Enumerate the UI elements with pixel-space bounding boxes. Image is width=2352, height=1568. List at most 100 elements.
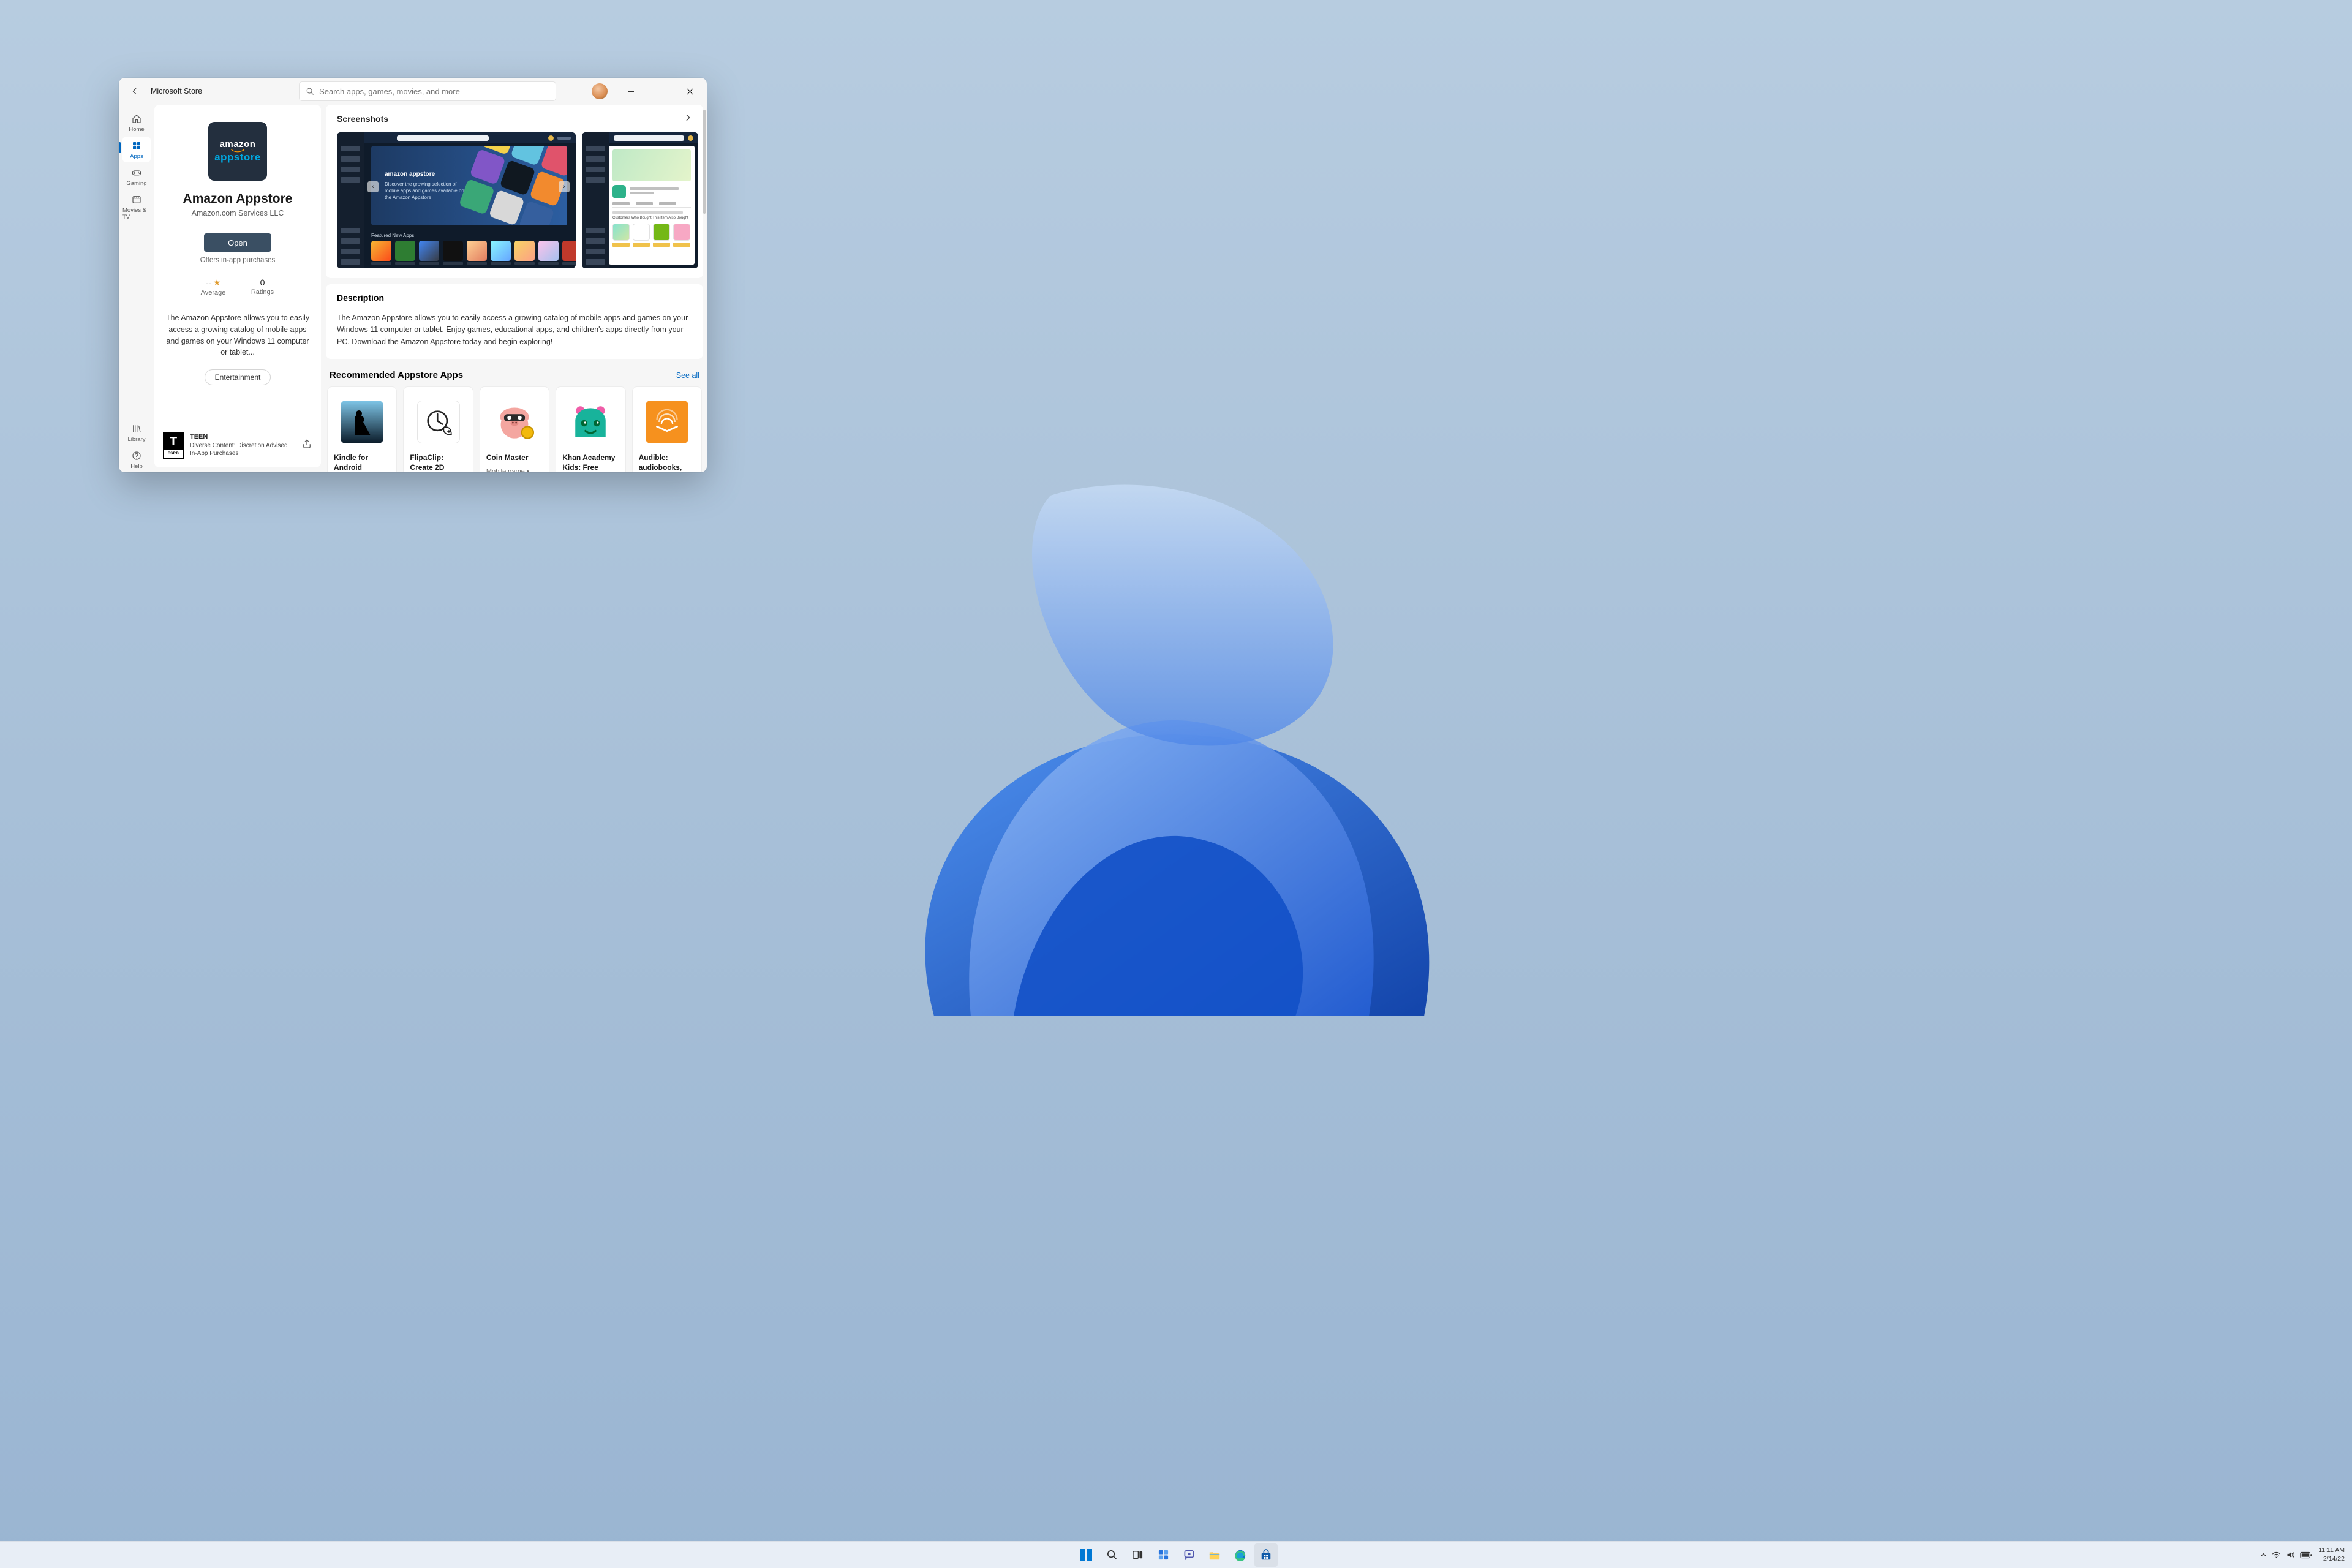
- taskbar-time: 11:11 AM: [2318, 1547, 2345, 1555]
- ratings-count: 0: [260, 277, 265, 287]
- rec-item-name: Audible: audiobooks, podcasts & audio...: [639, 453, 695, 472]
- rating-label: Average: [201, 289, 226, 296]
- star-icon: ★: [213, 277, 221, 288]
- nav-gaming[interactable]: Gaming: [123, 164, 151, 189]
- app-hero-panel: amazon appstore Amazon Appstore Amazon.c…: [154, 105, 321, 467]
- taskbar-store[interactable]: [1254, 1544, 1278, 1567]
- category-pill[interactable]: Entertainment: [205, 369, 271, 385]
- user-avatar[interactable]: [592, 83, 608, 99]
- details-scroll[interactable]: Screenshots amazon appstore: [326, 105, 707, 472]
- taskbar-chat[interactable]: [1177, 1544, 1200, 1567]
- home-icon: [131, 113, 142, 124]
- widgets[interactable]: [1152, 1544, 1175, 1567]
- flipaclip-icon: +: [417, 401, 460, 443]
- back-button[interactable]: [126, 83, 143, 100]
- library-icon: [131, 423, 142, 434]
- nav-library-label: Library: [127, 436, 145, 443]
- battery-icon: [2300, 1551, 2312, 1559]
- taskbar-edge[interactable]: [1229, 1544, 1252, 1567]
- scrollbar[interactable]: [703, 110, 706, 214]
- close-button[interactable]: [676, 82, 703, 100]
- recommended-item[interactable]: Kindle for Android Mobile app • Books...: [327, 386, 397, 472]
- recommended-see-all[interactable]: See all: [676, 371, 699, 380]
- esrb-line2: In-App Purchases: [190, 450, 288, 458]
- open-button[interactable]: Open: [204, 233, 271, 252]
- featured-label: Featured New Apps: [371, 233, 570, 238]
- esrb-heading: TEEN: [190, 432, 288, 442]
- help-icon: [131, 450, 142, 461]
- taskbar: 11:11 AM 2/14/22: [0, 1541, 2352, 1568]
- nav-help[interactable]: Help: [123, 447, 151, 472]
- recommended-heading: Recommended Appstore Apps: [330, 370, 463, 380]
- nav-help-label: Help: [130, 463, 143, 470]
- tray-chevron-icon: [2260, 1551, 2267, 1558]
- gaming-icon: [131, 167, 142, 178]
- search-box[interactable]: [299, 81, 556, 101]
- minimize-button[interactable]: [617, 82, 644, 100]
- nav-apps-label: Apps: [130, 153, 143, 160]
- nav-library[interactable]: Library: [123, 420, 151, 445]
- nav-gaming-label: Gaming: [126, 180, 146, 187]
- carousel-next-icon: ›: [559, 181, 570, 192]
- esrb-badge: T ESRB: [163, 432, 184, 459]
- share-button[interactable]: [301, 439, 312, 453]
- wallpaper-bloom: [854, 477, 1498, 1028]
- nav-home[interactable]: Home: [123, 110, 151, 135]
- nav-apps[interactable]: Apps: [123, 137, 151, 162]
- nav-movies-label: Movies & TV: [123, 207, 151, 221]
- screenshot-2[interactable]: Customers Who Bought This Item Also Boug…: [582, 132, 698, 268]
- screenshots-expand[interactable]: [684, 113, 692, 124]
- coinmaster-icon: [493, 401, 536, 443]
- search-icon: [306, 87, 314, 96]
- screenshots-heading: Screenshots: [337, 114, 388, 124]
- description-card: Description The Amazon Appstore allows y…: [326, 284, 703, 359]
- window-title: Microsoft Store: [151, 87, 202, 96]
- app-icon: amazon appstore: [208, 122, 267, 181]
- rec-item-name: Kindle for Android: [334, 453, 390, 472]
- screenshot-1[interactable]: amazon appstore Discover the growing sel…: [337, 132, 576, 268]
- app-title: Amazon Appstore: [183, 192, 293, 206]
- system-tray[interactable]: [2260, 1550, 2312, 1559]
- volume-icon: [2286, 1550, 2295, 1559]
- screenshots-card: Screenshots amazon appstore: [326, 105, 703, 278]
- task-view[interactable]: [1126, 1544, 1149, 1567]
- rec-item-sub: Mobile game • Other: [486, 468, 543, 472]
- taskbar-clock[interactable]: 11:11 AM 2/14/22: [2318, 1547, 2345, 1562]
- ratings-count-label: Ratings: [251, 288, 274, 296]
- apps-icon: [131, 140, 142, 151]
- nav-movies[interactable]: Movies & TV: [123, 190, 151, 223]
- recommended-item[interactable]: Audible: audiobooks, podcasts & audio...: [632, 386, 702, 472]
- also-bought-label: Customers Who Bought This Item Also Boug…: [612, 216, 691, 220]
- short-description: The Amazon Appstore allows you to easily…: [165, 312, 310, 358]
- recommended-item[interactable]: + FlipaClip: Create 2D Animation: [403, 386, 473, 472]
- recommended-item[interactable]: Coin Master Mobile game • Other: [480, 386, 549, 472]
- taskbar-explorer[interactable]: [1203, 1544, 1226, 1567]
- nav-home-label: Home: [129, 126, 144, 133]
- iap-note: Offers in-app purchases: [200, 257, 276, 264]
- description-body: The Amazon Appstore allows you to easily…: [337, 312, 692, 348]
- esrb-line1: Diverse Content: Discretion Advised: [190, 442, 288, 450]
- screenshot-hero-title: amazon appstore: [385, 170, 464, 179]
- app-icon-line2: appstore: [214, 151, 261, 164]
- movies-icon: [131, 194, 142, 205]
- khankids-icon: [569, 401, 612, 443]
- maximize-button[interactable]: [647, 82, 674, 100]
- store-window: Microsoft Store Home Apps Gaming: [119, 78, 707, 472]
- search-input[interactable]: [319, 87, 549, 96]
- recommended-item[interactable]: Khan Academy Kids: Free educational...: [556, 386, 625, 472]
- taskbar-search[interactable]: [1100, 1544, 1123, 1567]
- svg-text:+: +: [447, 429, 450, 435]
- esrb-letter: T: [164, 433, 183, 450]
- recommended-row: Kindle for Android Mobile app • Books...…: [327, 386, 702, 472]
- rec-item-name: Khan Academy Kids: Free educational...: [562, 453, 619, 472]
- app-publisher[interactable]: Amazon.com Services LLC: [192, 209, 284, 217]
- rating-value: --: [206, 278, 211, 288]
- screenshot-hero-sub: Discover the growing selection of mobile…: [385, 181, 464, 202]
- start-button[interactable]: [1074, 1544, 1098, 1567]
- description-heading: Description: [337, 293, 692, 303]
- rec-item-name: Coin Master: [486, 453, 543, 463]
- wifi-icon: [2272, 1550, 2281, 1559]
- carousel-prev-icon: ‹: [368, 181, 379, 192]
- esrb-brand: ESRB: [164, 450, 183, 458]
- app-icon-line1: amazon: [220, 139, 256, 149]
